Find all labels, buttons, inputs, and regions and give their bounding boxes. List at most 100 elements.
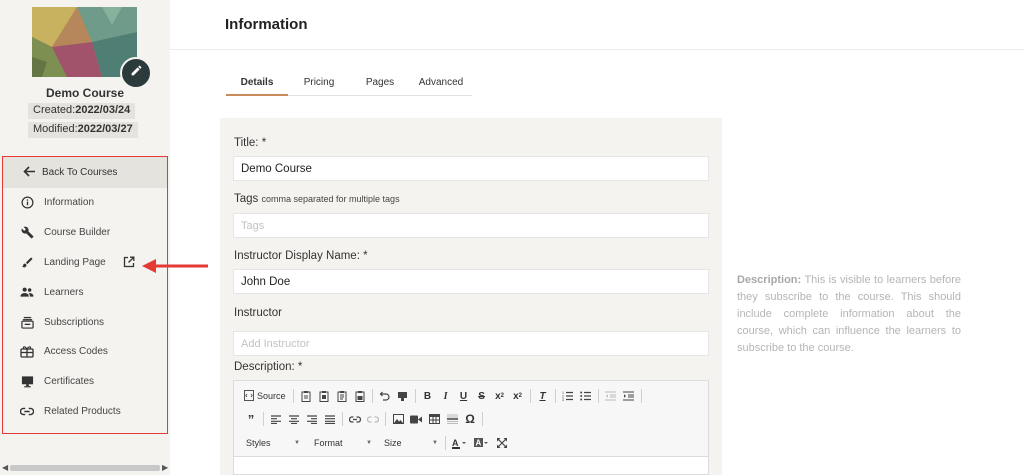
sidebar-item-subscriptions[interactable]: Subscriptions xyxy=(3,307,167,337)
align-center-icon[interactable] xyxy=(285,410,303,428)
toolbar-separator xyxy=(554,389,556,403)
instructor-display-name-label: Instructor Display Name: * xyxy=(234,250,368,262)
back-to-courses-label: Back To Courses xyxy=(42,167,118,178)
toolbar-separator xyxy=(342,412,343,426)
chevron-down-icon: ▼ xyxy=(366,440,372,446)
chevron-down-icon: ▼ xyxy=(432,440,438,446)
size-label: Size xyxy=(384,438,402,448)
sidebar-item-label: Subscriptions xyxy=(44,316,105,328)
modified-label: Modified: xyxy=(33,123,78,135)
help-heading: Description: xyxy=(737,274,802,286)
undo-icon[interactable] xyxy=(376,387,394,405)
tags-label-row: Tags comma separated for multiple tags xyxy=(234,193,400,205)
scroll-left-icon[interactable]: ◀ xyxy=(2,463,8,472)
monitor-icon xyxy=(20,375,34,389)
external-link-icon[interactable] xyxy=(123,256,135,268)
sidebar-item-access-codes[interactable]: Access Codes xyxy=(3,337,167,367)
wrench-icon xyxy=(20,226,34,240)
scrollbar-thumb[interactable] xyxy=(10,465,160,471)
toolbar-separator xyxy=(371,389,373,403)
size-dropdown[interactable]: Size ▼ xyxy=(380,434,442,452)
sidebar-item-course-builder[interactable]: Course Builder xyxy=(3,218,167,248)
strikethrough-icon[interactable]: S xyxy=(473,387,491,405)
copy-icon[interactable] xyxy=(315,387,333,405)
sidebar-nav: Back To Courses Information Course Build… xyxy=(2,156,168,434)
help-body: This is visible to learners before they … xyxy=(737,274,962,354)
sidebar-item-label: Landing Page xyxy=(44,256,106,268)
image-icon[interactable] xyxy=(389,410,407,428)
created-value: 2022/03/24 xyxy=(75,104,131,116)
created-label: Created: xyxy=(33,104,76,116)
subscript-icon[interactable]: x2 xyxy=(491,387,509,405)
cut-icon[interactable] xyxy=(297,387,315,405)
horizontal-scrollbar[interactable]: ◀ ▶ xyxy=(0,462,170,474)
header-divider xyxy=(170,49,1024,50)
format-label: Format xyxy=(314,438,343,448)
sidebar-item-learners[interactable]: Learners xyxy=(3,277,167,307)
description-editor[interactable]: Source B I U S x2 x2 T 123 ” Ω Styles ▼ … xyxy=(233,380,709,475)
modified-date: Modified:2022/03/27 xyxy=(28,122,138,138)
video-icon[interactable] xyxy=(407,410,425,428)
sidebar-item-certificates[interactable]: Certificates xyxy=(3,367,167,397)
align-right-icon[interactable] xyxy=(303,410,321,428)
instructor-display-name-input[interactable]: John Doe xyxy=(233,269,709,294)
people-icon xyxy=(20,285,34,299)
back-to-courses-button[interactable]: Back To Courses xyxy=(3,157,167,188)
title-input[interactable]: Demo Course xyxy=(233,156,709,181)
toolbar-separator xyxy=(385,412,386,426)
numbered-list-icon[interactable]: 123 xyxy=(559,387,577,405)
course-name: Demo Course xyxy=(45,86,125,100)
toolbar-row-3: Styles ▼ Format ▼ Size ▼ A A xyxy=(242,433,511,453)
source-button[interactable]: Source xyxy=(242,387,290,405)
svg-text:A: A xyxy=(476,438,482,447)
sidebar: Demo Course Created:2022/03/24 Modified:… xyxy=(0,0,170,475)
toolbar-separator xyxy=(597,389,599,403)
tab-pricing[interactable]: Pricing xyxy=(288,70,350,96)
align-justify-icon[interactable] xyxy=(321,410,339,428)
scroll-right-icon[interactable]: ▶ xyxy=(162,463,168,472)
bullet-list-icon[interactable] xyxy=(577,387,595,405)
special-character-icon[interactable]: Ω xyxy=(461,410,479,428)
superscript-icon[interactable]: x2 xyxy=(509,387,527,405)
source-label: Source xyxy=(257,391,286,401)
horizontal-line-icon[interactable] xyxy=(443,410,461,428)
instructor-input[interactable]: Add Instructor xyxy=(233,331,709,356)
toolbar-row-1: Source B I U S x2 x2 T 123 xyxy=(242,386,645,406)
paste-icon[interactable] xyxy=(333,387,351,405)
format-dropdown[interactable]: Format ▼ xyxy=(310,434,376,452)
unlink-icon[interactable] xyxy=(364,410,382,428)
table-icon[interactable] xyxy=(425,410,443,428)
remove-format-icon[interactable]: T xyxy=(534,387,552,405)
tab-pages[interactable]: Pages xyxy=(350,70,410,96)
text-color-icon[interactable]: A xyxy=(449,434,471,452)
link-icon[interactable] xyxy=(346,410,364,428)
subscriptions-icon xyxy=(20,315,34,329)
toolbar-separator xyxy=(414,389,416,403)
toolbar-separator xyxy=(292,389,294,403)
sidebar-item-information[interactable]: Information xyxy=(3,188,167,218)
blockquote-icon[interactable]: ” xyxy=(242,410,260,428)
tab-details[interactable]: Details xyxy=(226,70,288,96)
instructor-label: Instructor xyxy=(234,307,282,319)
outdent-icon[interactable] xyxy=(602,387,620,405)
background-color-icon[interactable]: A xyxy=(471,434,493,452)
indent-icon[interactable] xyxy=(620,387,638,405)
bold-icon[interactable]: B xyxy=(419,387,437,405)
toolbar-row-2: ” Ω xyxy=(242,409,486,429)
tab-advanced[interactable]: Advanced xyxy=(410,70,472,96)
paste-word-icon[interactable] xyxy=(351,387,369,405)
styles-dropdown[interactable]: Styles ▼ xyxy=(242,434,304,452)
sidebar-item-label: Certificates xyxy=(44,376,95,388)
sidebar-item-related-products[interactable]: Related Products xyxy=(3,397,167,427)
align-left-icon[interactable] xyxy=(267,410,285,428)
info-icon xyxy=(20,196,34,210)
styles-label: Styles xyxy=(246,438,271,448)
underline-icon[interactable]: U xyxy=(455,387,473,405)
italic-icon[interactable]: I xyxy=(437,387,455,405)
tags-input[interactable]: Tags xyxy=(233,213,709,238)
edit-thumbnail-button[interactable] xyxy=(120,57,152,89)
sidebar-item-label: Access Codes xyxy=(44,346,108,358)
tab-bar: Details Pricing Pages Advanced xyxy=(226,70,472,96)
find-replace-icon[interactable] xyxy=(394,387,412,405)
maximize-icon[interactable] xyxy=(493,434,511,452)
